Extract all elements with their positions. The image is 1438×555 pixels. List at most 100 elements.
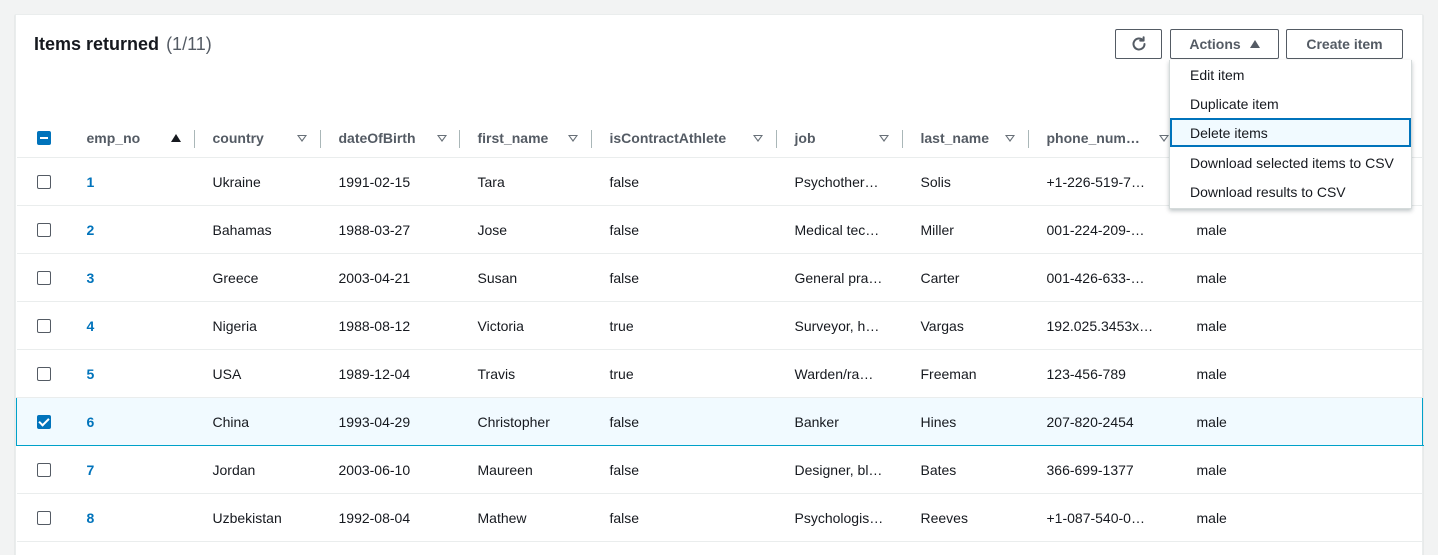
column-header-phone[interactable]: phone_num…	[1028, 119, 1177, 158]
cell-phone: +1-087-540-0…	[1028, 493, 1177, 542]
menu-item-edit[interactable]: Edit item	[1170, 60, 1411, 89]
row-select-cell[interactable]	[16, 349, 69, 398]
column-header-isContractAthlete[interactable]: isContractAthlete	[591, 119, 777, 158]
cell-phone: 366-699-1377	[1028, 445, 1177, 494]
table-row[interactable]: 8 Uzbekistan 1992-08-04 Mathew false Psycholo…	[16, 493, 1423, 542]
cell-gender: male	[1176, 397, 1423, 446]
cell-job: Banker	[776, 397, 903, 446]
cell-value: 1991-02-15	[338, 173, 411, 190]
table-row[interactable]: 7 Jordan 2003-06-10 Maureen false Designer, b…	[16, 445, 1423, 494]
cell-value: +1-087-540-0…	[1046, 509, 1145, 526]
column-header-last_name[interactable]: last_name	[902, 119, 1029, 158]
cell-first_name: Travis	[459, 349, 592, 398]
sort-icon[interactable]	[1158, 135, 1169, 142]
cell-value: Christopher	[477, 413, 550, 430]
emp-no-link[interactable]: 1	[69, 174, 195, 190]
column-header-emp_no[interactable]: emp_no	[68, 119, 195, 158]
table-row[interactable]: 3 Greece 2003-04-21 Susan false General pra… C…	[16, 253, 1423, 302]
row-checkbox[interactable]	[36, 462, 51, 477]
table-row[interactable]: 2 Bahamas 1988-03-27 Jose false Medical tec… M…	[16, 205, 1423, 254]
column-label: first_name	[477, 130, 549, 146]
sort-icon[interactable]	[567, 135, 578, 142]
row-checkbox[interactable]	[36, 366, 51, 381]
cell-value: false	[609, 413, 640, 430]
row-select-cell[interactable]	[16, 157, 69, 206]
row-checkbox[interactable]	[36, 510, 51, 525]
cell-value: Tara	[477, 173, 505, 190]
cell-value: male	[1196, 221, 1227, 238]
sort-icon[interactable]	[436, 135, 447, 142]
column-label: last_name	[920, 130, 989, 146]
cell-emp_no: 7	[68, 445, 195, 494]
cell-value: Reeves	[920, 509, 968, 526]
row-select-cell[interactable]	[16, 253, 69, 302]
cell-first_name: Mathew	[459, 493, 592, 542]
menu-item-download-selected[interactable]: Download selected items to CSV	[1170, 148, 1411, 177]
emp-no-link[interactable]: 2	[69, 222, 195, 238]
cell-value: false	[609, 269, 640, 286]
column-header-job[interactable]: job	[776, 119, 903, 158]
cell-value: 207-820-2454	[1046, 413, 1134, 430]
row-checkbox[interactable]	[37, 414, 51, 429]
menu-item-duplicate[interactable]: Duplicate item	[1170, 89, 1411, 118]
row-checkbox[interactable]	[36, 270, 51, 285]
refresh-icon	[1132, 36, 1145, 51]
emp-no-link[interactable]: 3	[69, 270, 195, 286]
table-row[interactable]: 5 USA 1989-12-04 Travis true Warden/ra… Freema…	[16, 349, 1423, 398]
sort-ascending-icon[interactable]	[170, 134, 181, 142]
cell-value: male	[1196, 461, 1227, 478]
emp-no-link[interactable]: 5	[69, 366, 195, 382]
select-all-checkbox[interactable]	[36, 131, 51, 145]
items-count: (1/11)	[166, 34, 212, 54]
cell-value: Banker	[794, 413, 839, 430]
cell-isContractAthlete: false	[591, 157, 777, 206]
row-select-cell[interactable]	[16, 301, 69, 350]
cell-emp_no: 6	[68, 397, 195, 446]
emp-no-link[interactable]: 4	[69, 318, 195, 334]
row-select-cell[interactable]	[16, 397, 69, 446]
row-checkbox[interactable]	[36, 318, 51, 333]
actions-button[interactable]: Actions	[1170, 29, 1279, 59]
cell-value: male	[1196, 365, 1227, 382]
cell-last_name: Reeves	[902, 493, 1029, 542]
row-select-cell[interactable]	[16, 445, 69, 494]
row-checkbox[interactable]	[36, 222, 51, 237]
menu-item-download-results[interactable]: Download results to CSV	[1170, 177, 1411, 206]
cell-value: false	[609, 221, 640, 238]
cell-gender: male	[1176, 205, 1423, 254]
cell-value: Medical tec…	[794, 221, 880, 238]
column-header-first_name[interactable]: first_name	[459, 119, 592, 158]
cell-gender: male	[1176, 493, 1423, 542]
menu-item-delete[interactable]: Delete items	[1170, 118, 1411, 147]
column-label: isContractAthlete	[609, 130, 727, 146]
emp-no-link[interactable]: 6	[69, 414, 195, 430]
row-checkbox[interactable]	[36, 174, 51, 189]
sort-icon[interactable]	[878, 135, 889, 142]
create-item-button[interactable]: Create item	[1286, 29, 1403, 59]
cell-value: 366-699-1377	[1046, 461, 1134, 478]
cell-value: 1988-03-27	[338, 221, 411, 238]
column-header-country[interactable]: country	[194, 119, 321, 158]
refresh-button[interactable]	[1115, 29, 1162, 59]
cell-value: 1993-04-29	[338, 413, 411, 430]
sort-icon[interactable]	[752, 135, 763, 142]
header-select-all[interactable]	[16, 119, 69, 158]
cell-value: true	[609, 317, 634, 334]
column-header-dateOfBirth[interactable]: dateOfBirth	[320, 119, 460, 158]
emp-no-link[interactable]: 8	[69, 510, 195, 526]
sort-icon[interactable]	[296, 135, 307, 142]
table-row[interactable]: 6 China 1993-04-29 Christopher false Banker Hi…	[16, 397, 1423, 446]
row-select-cell[interactable]	[16, 493, 69, 542]
cell-first_name: Jose	[459, 205, 592, 254]
cell-first_name: Maureen	[459, 445, 592, 494]
cell-isContractAthlete: false	[591, 397, 777, 446]
sort-icon[interactable]	[1004, 135, 1015, 142]
cell-last_name: Hines	[902, 397, 1029, 446]
cell-value: Bahamas	[212, 221, 272, 238]
cell-country: Nigeria	[194, 301, 321, 350]
emp-no-link[interactable]: 7	[69, 462, 195, 478]
cell-value: 1989-12-04	[338, 365, 411, 382]
cell-job: Psychother…	[776, 157, 903, 206]
table-row[interactable]: 4 Nigeria 1988-08-12 Victoria true Surveyor, …	[16, 301, 1423, 350]
row-select-cell[interactable]	[16, 205, 69, 254]
